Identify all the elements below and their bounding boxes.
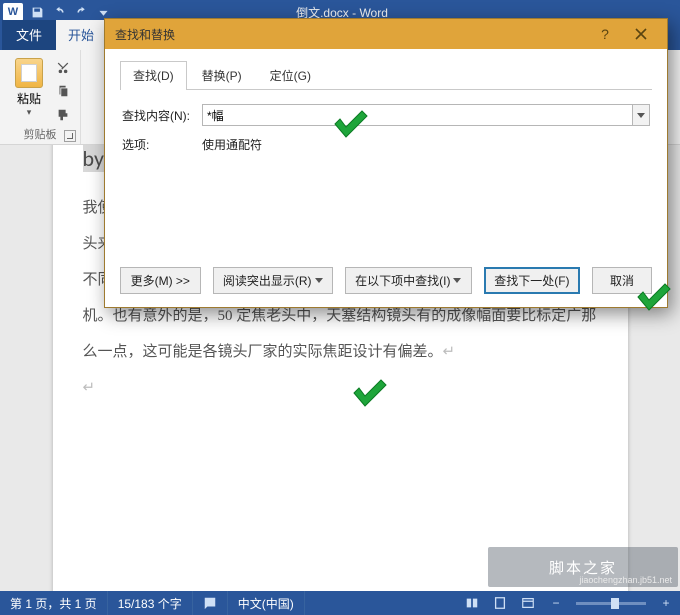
paragraph-mark-icon: ↵ [83, 380, 96, 396]
status-page-info[interactable]: 第 1 页，共 1 页 [0, 591, 108, 615]
clipboard-group: 粘贴 ▾ 剪贴板 [0, 50, 81, 144]
chevron-down-icon [315, 278, 323, 283]
paste-button[interactable]: 粘贴 ▾ [8, 54, 50, 118]
ribbon-tab-home[interactable]: 开始 [56, 20, 106, 50]
clipboard-group-launcher[interactable] [64, 130, 76, 142]
zoom-slider[interactable] [576, 602, 646, 605]
options-label: 选项: [122, 136, 202, 153]
tab-goto[interactable]: 定位(G) [257, 61, 324, 90]
options-value: 使用通配符 [202, 136, 262, 153]
word-app-icon: W [3, 3, 23, 21]
reading-highlight-button[interactable]: 阅读突出显示(R) [213, 267, 333, 294]
chevron-down-icon [453, 278, 461, 283]
paragraph-mark-icon: ↵ [443, 344, 456, 360]
dialog-title: 查找和替换 [115, 26, 587, 43]
find-what-input[interactable] [202, 104, 650, 126]
file-tab[interactable]: 文件 [2, 20, 56, 50]
view-read-mode-icon[interactable] [458, 591, 486, 615]
watermark: 脚本之家 jiaochengzhan.jb51.net [488, 547, 678, 587]
paste-icon [15, 58, 43, 88]
clipboard-group-label: 剪贴板 [8, 124, 72, 144]
dialog-help-button[interactable]: ? [587, 21, 623, 47]
status-proofing-icon[interactable] [193, 591, 228, 615]
dialog-close-button[interactable] [623, 21, 659, 47]
paste-label: 粘贴 [17, 90, 41, 107]
more-button[interactable]: 更多(M) >> [120, 267, 201, 294]
copy-icon[interactable] [54, 82, 72, 100]
dialog-title-bar[interactable]: 查找和替换 ? [105, 19, 667, 49]
find-history-dropdown[interactable] [632, 104, 650, 126]
find-replace-dialog: 查找和替换 ? 查找(D) 替换(P) 定位(G) 查找内容(N): 选项: [104, 18, 668, 308]
status-bar: 第 1 页，共 1 页 15/183 个字 中文(中国) − + [0, 591, 680, 615]
cut-icon[interactable] [54, 58, 72, 76]
view-web-layout-icon[interactable] [514, 591, 542, 615]
tab-replace[interactable]: 替换(P) [189, 61, 255, 90]
view-print-layout-icon[interactable] [486, 591, 514, 615]
chevron-down-icon[interactable]: ▾ [27, 107, 32, 118]
tab-find[interactable]: 查找(D) [120, 61, 187, 90]
format-painter-icon[interactable] [54, 106, 72, 124]
status-language[interactable]: 中文(中国) [228, 591, 305, 615]
cancel-button[interactable]: 取消 [592, 267, 652, 294]
zoom-out-button[interactable]: − [542, 591, 570, 615]
status-word-count[interactable]: 15/183 个字 [108, 591, 193, 615]
find-next-button[interactable]: 查找下一处(F) [484, 267, 580, 294]
zoom-in-button[interactable]: + [652, 591, 680, 615]
find-in-button[interactable]: 在以下项中查找(I) [345, 267, 472, 294]
dialog-tabs: 查找(D) 替换(P) 定位(G) [120, 60, 652, 90]
find-what-label: 查找内容(N): [122, 107, 202, 124]
